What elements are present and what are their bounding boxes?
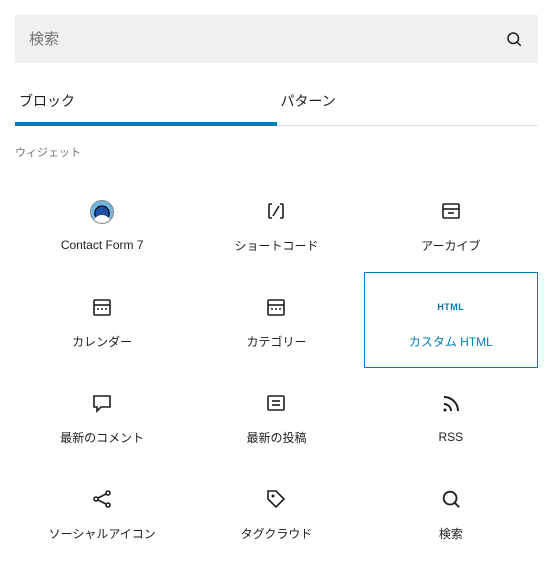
section-heading-widgets: ウィジェット [15,144,553,160]
tab-bar: ブロック パターン [15,79,538,126]
block-latest-posts[interactable]: 最新の投稿 [189,368,363,464]
block-label: カスタム HTML [409,333,493,350]
block-label: ショートコード [234,237,318,254]
block-calendar[interactable]: カレンダー [15,272,189,368]
shortcode-icon [264,199,288,223]
rss-icon [439,392,463,416]
share-icon [90,487,114,511]
tag-icon [264,487,288,511]
tab-pattern[interactable]: パターン [277,79,539,125]
block-label: Contact Form 7 [61,238,144,252]
block-custom-html[interactable]: HTML カスタム HTML [364,272,538,368]
html-icon: HTML [439,295,463,319]
block-label: カレンダー [72,333,132,350]
block-label: タグクラウド [241,525,313,542]
block-label: カテゴリー [246,333,306,350]
search-icon[interactable] [504,29,524,49]
search-block-icon [439,487,463,511]
block-label: 検索 [439,525,463,542]
block-label: RSS [438,430,463,444]
archive-icon [439,199,463,223]
block-category[interactable]: カテゴリー [189,272,363,368]
search-bar[interactable] [15,15,538,63]
category-icon [264,295,288,319]
block-tag-cloud[interactable]: タグクラウド [189,464,363,560]
comment-icon [90,391,114,415]
block-label: ソーシャルアイコン [49,525,156,542]
list-icon [264,391,288,415]
calendar-icon [90,295,114,319]
block-label: 最新の投稿 [246,429,306,446]
block-search[interactable]: 検索 [364,464,538,560]
block-archive[interactable]: アーカイブ [364,176,538,272]
block-rss[interactable]: RSS [364,368,538,464]
block-label: アーカイブ [421,237,480,254]
block-latest-comments[interactable]: 最新のコメント [15,368,189,464]
search-input[interactable] [29,31,504,48]
tab-block[interactable]: ブロック [15,79,277,125]
block-shortcode[interactable]: ショートコード [189,176,363,272]
block-social-icons[interactable]: ソーシャルアイコン [15,464,189,560]
contact-form-7-icon [90,200,114,224]
block-contact-form-7[interactable]: Contact Form 7 [15,176,189,272]
block-grid: Contact Form 7 ショートコード アーカイブ [0,168,553,580]
block-label: 最新のコメント [60,429,144,446]
